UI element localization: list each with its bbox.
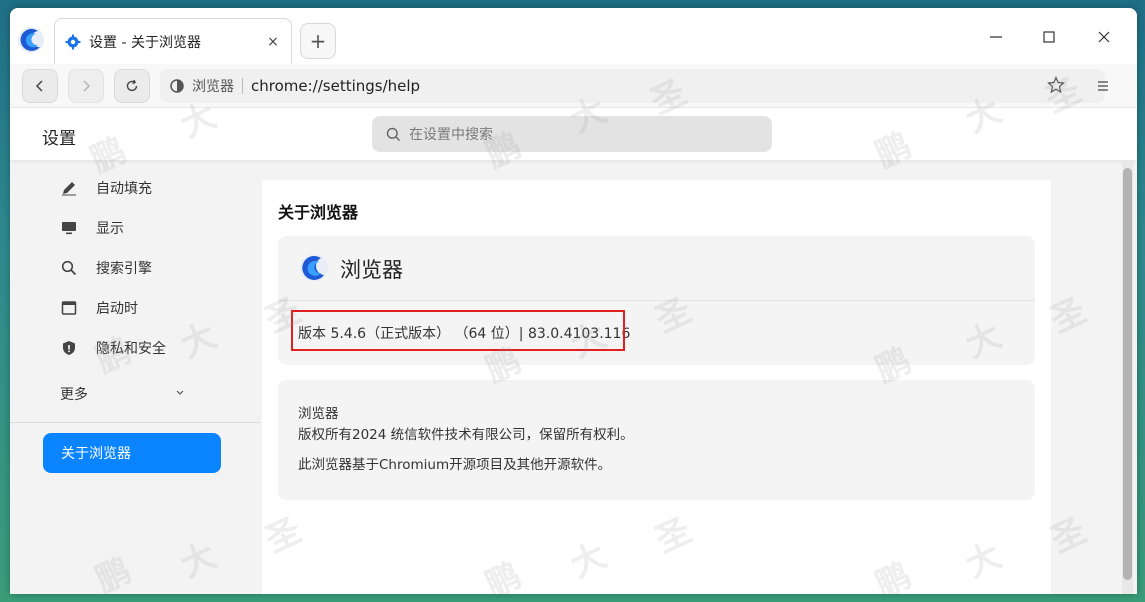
settings-header: 设置 在设置中搜索 bbox=[10, 108, 1137, 160]
bookmark-star-icon[interactable] bbox=[1047, 76, 1065, 98]
window-icon bbox=[60, 299, 78, 317]
site-label: 浏览器 bbox=[192, 79, 234, 95]
sidebar-item-search-engine[interactable]: 搜索引擎 bbox=[60, 248, 152, 288]
tab-bar: 设置 - 关于浏览器 × + bbox=[10, 8, 1137, 64]
tab-title: 设置 - 关于浏览器 bbox=[89, 34, 201, 51]
sidebar-item-privacy[interactable]: 隐私和安全 bbox=[60, 328, 166, 368]
shield-icon bbox=[60, 339, 78, 357]
settings-title: 设置 bbox=[42, 129, 76, 149]
sidebar-item-label: 搜索引擎 bbox=[96, 261, 152, 277]
about-product-name: 浏览器 bbox=[298, 406, 339, 422]
copyright-card: 浏览器 版权所有2024 统信软件技术有限公司，保留所有权利。 此浏览器基于Ch… bbox=[278, 380, 1035, 500]
version-highlight-box bbox=[291, 310, 625, 351]
monitor-icon bbox=[60, 219, 78, 237]
site-info-icon[interactable] bbox=[170, 79, 184, 93]
forward-button[interactable] bbox=[68, 69, 104, 103]
navigation-toolbar: 浏览器 chrome://settings/help bbox=[10, 64, 1137, 108]
close-tab-icon[interactable]: × bbox=[265, 34, 281, 50]
open-source-text: 此浏览器基于Chromium开源项目及其他开源软件。 bbox=[298, 457, 612, 473]
browser-window: 设置 - 关于浏览器 × + 浏览器 chrome://settings/hel… bbox=[10, 8, 1137, 594]
brand-name: 浏览器 bbox=[340, 258, 403, 282]
sidebar-item-label: 隐私和安全 bbox=[96, 341, 166, 357]
sidebar-item-on-startup[interactable]: 启动时 bbox=[60, 288, 138, 328]
minimize-icon[interactable] bbox=[983, 26, 1009, 48]
chevron-down-icon bbox=[176, 390, 184, 395]
sidebar-more-label: 更多 bbox=[60, 387, 88, 403]
reload-button[interactable] bbox=[114, 69, 150, 103]
browser-logo-icon[interactable] bbox=[16, 25, 46, 55]
tab-settings-about[interactable]: 设置 - 关于浏览器 × bbox=[54, 18, 292, 64]
sidebar-item-display[interactable]: 显示 bbox=[60, 208, 124, 248]
search-icon bbox=[386, 127, 400, 141]
sidebar-divider bbox=[10, 422, 260, 423]
about-page: 关于浏览器 浏览器 版本 5.4.6（正式版本） （64 位）| 83.0.41… bbox=[262, 180, 1051, 594]
browser-logo-icon bbox=[300, 254, 328, 282]
close-window-icon[interactable] bbox=[1091, 26, 1117, 48]
address-divider bbox=[242, 78, 243, 94]
page-title: 关于浏览器 bbox=[278, 203, 359, 222]
chevron-left-icon bbox=[35, 80, 43, 92]
scrollbar[interactable] bbox=[1122, 160, 1133, 594]
menu-icon[interactable] bbox=[1096, 78, 1110, 97]
sidebar-item-label: 关于浏览器 bbox=[61, 446, 131, 462]
copyright-text: 版权所有2024 统信软件技术有限公司，保留所有权利。 bbox=[298, 427, 634, 443]
card-divider bbox=[278, 300, 1035, 301]
settings-search-input[interactable]: 在设置中搜索 bbox=[372, 116, 772, 152]
sidebar-item-label: 自动填充 bbox=[96, 181, 152, 197]
sidebar-item-label: 启动时 bbox=[96, 301, 138, 317]
sidebar-item-label: 显示 bbox=[96, 221, 124, 237]
sidebar-item-about[interactable]: 关于浏览器 bbox=[43, 433, 221, 473]
pencil-icon bbox=[60, 179, 78, 197]
back-button[interactable] bbox=[22, 69, 58, 103]
address-bar[interactable]: 浏览器 chrome://settings/help bbox=[160, 69, 1105, 103]
search-icon bbox=[60, 259, 78, 277]
new-tab-button[interactable]: + bbox=[300, 23, 336, 59]
sidebar-item-autofill[interactable]: 自动填充 bbox=[60, 168, 152, 208]
scrollbar-thumb[interactable] bbox=[1123, 168, 1132, 580]
chevron-right-icon bbox=[83, 80, 91, 92]
url-text[interactable]: chrome://settings/help bbox=[251, 77, 420, 95]
search-placeholder: 在设置中搜索 bbox=[409, 127, 493, 143]
gear-icon bbox=[65, 34, 81, 49]
sidebar-more-toggle[interactable]: 更多 bbox=[60, 384, 185, 404]
settings-sidebar: 自动填充 显示 搜索引擎 启动时 隐私和安全 更多 关于浏览器 bbox=[10, 160, 260, 594]
reload-icon bbox=[126, 79, 138, 92]
maximize-icon[interactable] bbox=[1036, 26, 1062, 48]
